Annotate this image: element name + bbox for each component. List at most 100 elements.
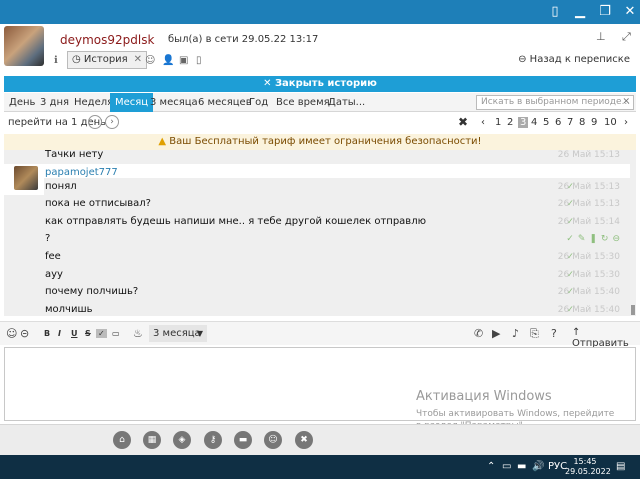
microphone-icon[interactable]: ♪ — [512, 327, 519, 340]
period-dates[interactable]: Даты... — [328, 93, 365, 112]
chevron-down-icon: ▼ — [196, 329, 203, 338]
bag-icon[interactable]: ◈ — [173, 431, 191, 449]
page-1[interactable]: 1 — [495, 117, 501, 128]
restore-icon[interactable]: ❐ — [597, 4, 613, 20]
strikethrough-icon[interactable]: S — [85, 329, 91, 338]
message-list: Тачки нету 26 Май 15:13 papamojet777 пон… — [4, 150, 630, 316]
folder-icon[interactable]: ▬ — [234, 431, 252, 449]
message-time: 26 Май 15:14 — [557, 217, 620, 227]
arrow-up-icon: ↑ — [572, 327, 581, 338]
pin-icon[interactable]: ⊥ — [596, 30, 606, 43]
panel-icon[interactable]: ▯ — [547, 4, 563, 20]
sender-name[interactable]: papamojet777 — [45, 167, 118, 178]
period-month[interactable]: Месяц — [110, 93, 154, 112]
period-dropdown[interactable]: 3 месяца ▼ — [149, 325, 207, 342]
page-3[interactable]: 3 — [518, 117, 529, 128]
volume-icon[interactable]: 🔊 — [532, 461, 544, 472]
notifications-icon[interactable]: ▤ — [616, 461, 625, 472]
info-icon[interactable]: ℹ — [54, 55, 58, 66]
message-time: 26 Май 15:40 — [557, 287, 620, 297]
tab-history[interactable]: ◷ История ✕ — [67, 51, 147, 69]
message-scrollbar[interactable] — [630, 150, 636, 316]
call-icon[interactable]: ✆ — [474, 327, 483, 340]
close-tab-icon[interactable]: ✕ — [134, 52, 142, 68]
next-day-icon[interactable]: › — [105, 115, 119, 129]
message-time: 26 Май 15:30 — [557, 270, 620, 280]
navigation-row: перейти на 1 день ‹ › ✖ ‹ 1 2 3 4 5 6 7 … — [4, 113, 636, 133]
italic-icon[interactable]: I — [58, 329, 61, 338]
page-5[interactable]: 5 — [543, 117, 549, 128]
tools-icon[interactable]: ✖ — [458, 115, 468, 129]
message-time: 26 Май 15:30 — [557, 252, 620, 262]
close-history-button[interactable]: ✕ Закрыть историю — [4, 76, 636, 92]
page-7[interactable]: 7 — [567, 117, 573, 128]
contact-avatar[interactable] — [4, 26, 44, 66]
prev-day-icon[interactable]: ‹ — [88, 115, 102, 129]
users-icon[interactable]: ☺ — [264, 431, 282, 449]
message-row: почему полчишь? ✓ 26 Май 15:40 — [4, 283, 630, 301]
period-search-input[interactable]: Искать в выбранном периоде... ✕ — [476, 95, 634, 110]
message-text: молчишь — [45, 304, 93, 315]
attach-icon[interactable]: ⎘ — [530, 327, 539, 341]
sender-avatar[interactable] — [14, 166, 38, 190]
contacts-icon[interactable]: ☺ — [145, 55, 155, 66]
page-6[interactable]: 6 — [555, 117, 561, 128]
contact-status: был(а) в сети 29.05.22 13:17 — [168, 34, 319, 45]
activation-watermark-title: Активация Windows — [416, 389, 552, 404]
history-icon: ◷ — [72, 54, 84, 65]
message-row: ? ✓✎❚↻⊖ — [4, 230, 630, 248]
taskbar-clock[interactable]: 15:45 29.05.2022 — [565, 457, 611, 477]
sticker-icon[interactable]: ⊝ — [20, 327, 29, 340]
page-9[interactable]: 9 — [591, 117, 597, 128]
calendar-icon[interactable]: ▦ — [143, 431, 161, 449]
smile-icon[interactable]: ☺ — [6, 327, 17, 340]
period-bar: День 3 дня Неделя Месяц 3 месяца 6 месяц… — [4, 93, 636, 112]
page-8[interactable]: 8 — [579, 117, 585, 128]
help-icon[interactable]: ? — [551, 327, 557, 340]
minimize-icon[interactable]: ▁ — [572, 4, 588, 20]
underline-icon[interactable]: U — [71, 329, 78, 338]
bold-icon[interactable]: B — [44, 329, 50, 338]
scrollbar-thumb[interactable] — [631, 305, 635, 315]
fire-icon[interactable]: ♨ — [133, 327, 143, 340]
user-icon[interactable]: 👤 — [162, 55, 174, 66]
page-2[interactable]: 2 — [507, 117, 513, 128]
message-actions-icon[interactable]: ✓✎❚↻⊖ — [566, 234, 624, 244]
page-next-icon[interactable]: › — [624, 117, 628, 128]
send-button[interactable]: ↑ Отправить — [572, 327, 640, 349]
video-icon[interactable]: ▶ — [492, 327, 500, 340]
period-all[interactable]: Все время — [276, 93, 330, 112]
clear-search-icon[interactable]: ✕ — [622, 96, 630, 109]
compose-toolbar: ☺ ⊝ B I U S ✓ ▭ ♨ 3 месяца ▼ ✆ ▶ ♪ ⎘ ? ↑… — [0, 321, 640, 349]
back-to-chat-link[interactable]: ⊖ Назад к переписке — [518, 54, 630, 65]
key-icon[interactable]: ⚷ — [204, 431, 222, 449]
page-10[interactable]: 10 — [604, 117, 617, 128]
check-format-icon[interactable]: ✓ — [96, 329, 107, 338]
period-6months[interactable]: 6 месяцев — [198, 93, 252, 112]
page-prev-icon[interactable]: ‹ — [481, 117, 485, 128]
home-icon[interactable]: ⌂ — [113, 431, 131, 449]
message-text: fee — [45, 251, 61, 262]
message-text: понял — [45, 181, 77, 192]
message-text: Тачки нету — [45, 150, 104, 160]
keyboard-icon[interactable]: ▭ — [112, 329, 120, 338]
period-week[interactable]: Неделя — [74, 93, 113, 112]
file-icon[interactable]: ▯ — [196, 55, 202, 66]
expand-icon[interactable]: ⤢ — [622, 30, 631, 44]
period-3months[interactable]: 3 месяца — [150, 93, 198, 112]
tray-expand-icon[interactable]: ⌃ — [487, 461, 495, 472]
period-3days[interactable]: 3 дня — [40, 93, 69, 112]
tray-app-icon[interactable]: ▭ — [502, 461, 511, 472]
message-row: как отправлять будешь напиши мне.. я теб… — [4, 213, 630, 231]
period-day[interactable]: День — [9, 93, 35, 112]
clock-time: 15:45 — [573, 457, 597, 466]
image-icon[interactable]: ▣ — [179, 55, 188, 66]
message-text: как отправлять будешь напиши мне.. я теб… — [45, 216, 427, 227]
contact-name[interactable]: deymos92pdlsk — [60, 33, 154, 47]
page-4[interactable]: 4 — [531, 117, 537, 128]
network-icon[interactable]: ▬ — [517, 461, 526, 472]
settings-icon[interactable]: ✖ — [295, 431, 313, 449]
close-icon[interactable]: ✕ — [622, 4, 638, 20]
warning-icon: ▲ — [158, 136, 170, 147]
period-year[interactable]: Год — [249, 93, 268, 112]
